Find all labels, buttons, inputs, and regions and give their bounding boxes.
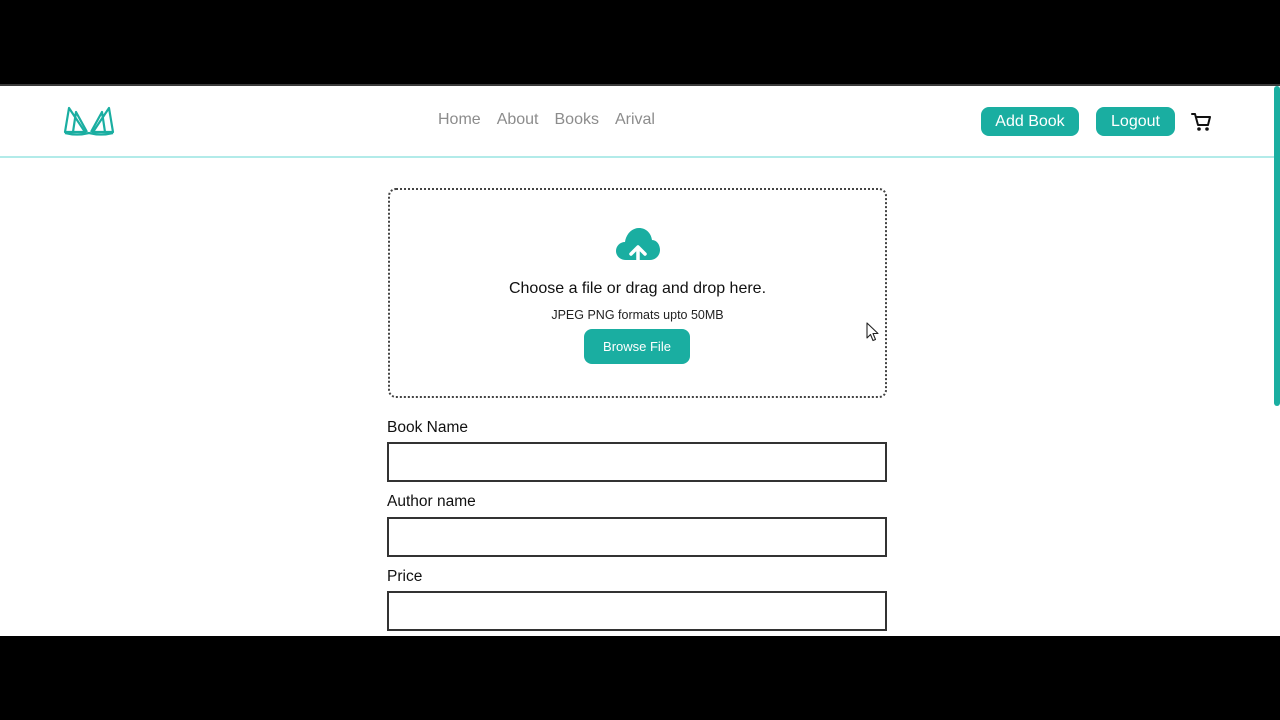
navbar: Home About Books Arival Add Book Logout — [0, 86, 1280, 158]
nav-links: Home About Books Arival — [438, 111, 655, 129]
open-book-icon[interactable] — [63, 104, 115, 136]
nav-link-about[interactable]: About — [497, 111, 539, 129]
price-label: Price — [387, 568, 423, 585]
browse-file-button[interactable]: Browse File — [584, 329, 690, 364]
dropzone-subtitle: JPEG PNG formats upto 50MB — [551, 308, 724, 322]
file-dropzone[interactable]: Choose a file or drag and drop here. JPE… — [388, 188, 887, 398]
nav-link-books[interactable]: Books — [555, 111, 599, 129]
nav-link-arival[interactable]: Arival — [615, 111, 655, 129]
dropzone-title: Choose a file or drag and drop here. — [508, 280, 767, 297]
logout-button[interactable]: Logout — [1096, 107, 1175, 136]
cart-icon[interactable] — [1191, 112, 1212, 132]
add-book-button[interactable]: Add Book — [981, 107, 1079, 136]
mouse-pointer-icon — [866, 322, 879, 342]
cloud-upload-icon — [616, 228, 660, 268]
author-name-label: Author name — [387, 493, 476, 510]
browser-viewport: Home About Books Arival Add Book Logout … — [0, 84, 1280, 636]
letterbox-top — [0, 0, 1280, 84]
nav-link-home[interactable]: Home — [438, 111, 481, 129]
book-name-label: Book Name — [387, 419, 468, 436]
price-input[interactable] — [387, 591, 887, 631]
author-name-input[interactable] — [387, 517, 887, 557]
letterbox-bottom — [0, 636, 1280, 720]
book-name-input[interactable] — [387, 442, 887, 482]
scrollbar-thumb[interactable] — [1274, 86, 1280, 406]
